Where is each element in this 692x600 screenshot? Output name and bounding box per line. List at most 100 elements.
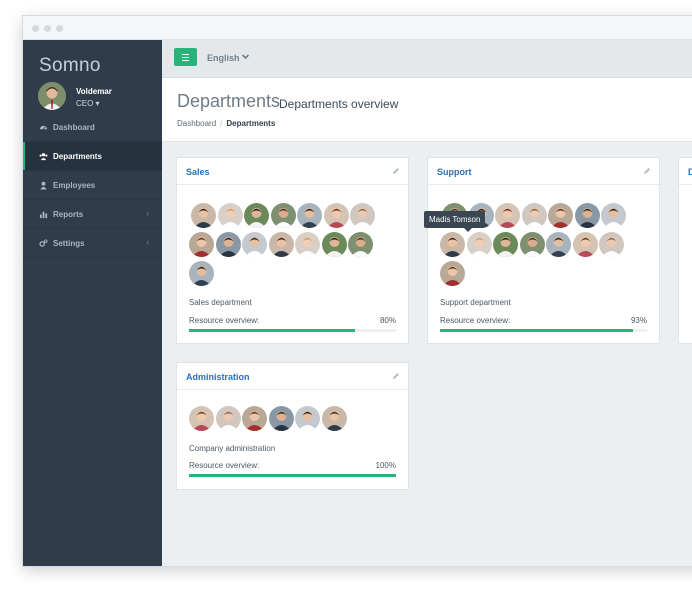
user-profile[interactable]: Voldemar CEO ▾ [23, 80, 162, 113]
window-titlebar [23, 16, 692, 40]
member-avatar[interactable] [546, 232, 571, 257]
panel-title[interactable]: Administration [186, 372, 250, 382]
member-avatar[interactable] [297, 203, 322, 228]
member-avatar[interactable] [321, 406, 347, 431]
progress-fill [440, 329, 633, 332]
member-avatar[interactable] [599, 232, 624, 257]
member-avatar[interactable] [215, 232, 241, 257]
member-avatar[interactable] [574, 203, 600, 228]
sidebar-item-label: Settings [53, 239, 85, 248]
member-avatar[interactable] [519, 232, 545, 257]
gears-icon [39, 239, 48, 247]
breadcrumb-home-link[interactable]: Dashboard [177, 119, 216, 128]
sidebar-nav: Dashboard Departments Employees Reports … [23, 113, 162, 258]
member-avatar[interactable] [601, 203, 626, 228]
progress-fill [189, 474, 396, 477]
member-avatar[interactable] [350, 203, 375, 228]
panel-header: Sales [177, 158, 408, 185]
member-avatar[interactable] [321, 232, 347, 257]
sidebar-item-settings[interactable]: Settings ‹ [23, 229, 162, 258]
page-subtitle: Departments overview [279, 97, 399, 111]
member-avatar[interactable] [521, 203, 547, 228]
member-avatar[interactable] [242, 406, 267, 431]
window-control-dot[interactable] [56, 25, 63, 32]
member-avatar[interactable] [268, 232, 294, 257]
member-avatar[interactable] [191, 203, 216, 228]
page-header: Departments Departments overview Dashboa… [162, 78, 692, 142]
member-avatar[interactable] [268, 406, 294, 431]
member-avatar[interactable] [295, 406, 320, 431]
progress-fill [189, 329, 355, 332]
member-avatar[interactable] [295, 232, 320, 257]
member-avatar[interactable] [440, 261, 465, 286]
resource-progress-bar [440, 329, 647, 332]
member-avatar[interactable] [323, 203, 349, 228]
member-avatar[interactable] [572, 232, 598, 257]
panel-header: D [679, 158, 692, 185]
sidebar-item-label: Employees [53, 181, 96, 190]
user-role-dropdown[interactable]: CEO ▾ [76, 99, 100, 108]
page-title: Departments [177, 91, 281, 111]
pencil-icon[interactable] [643, 167, 651, 175]
sidebar-item-departments[interactable]: Departments [23, 142, 162, 171]
resource-progress-bar [189, 474, 396, 477]
department-name: Sales department [189, 298, 252, 307]
member-avatar[interactable] [548, 203, 573, 228]
department-name: Company administration [189, 444, 276, 453]
sidebar-item-label: Departments [53, 152, 102, 161]
member-avatar[interactable] [242, 232, 267, 257]
pencil-icon[interactable] [392, 372, 400, 380]
panel-administration: Administration Company administration Re… [176, 362, 409, 490]
resource-percent: 93% [630, 316, 647, 325]
sidebar: Somno Voldemar CEO ▾ Dashboard Departmen… [23, 40, 162, 566]
member-avatar[interactable] [215, 406, 241, 431]
app-brand[interactable]: Somno [39, 55, 101, 77]
chevron-down-icon[interactable] [241, 52, 250, 61]
department-name: Support department [440, 298, 511, 307]
panel-title[interactable]: Sales [186, 167, 210, 177]
member-avatar[interactable] [189, 232, 214, 257]
panel-partial: D [678, 157, 692, 344]
panel-title[interactable]: Support [437, 167, 472, 177]
user-name: Voldemar [76, 87, 112, 96]
member-avatar[interactable] [270, 203, 296, 228]
member-avatar[interactable] [189, 261, 214, 286]
sidebar-item-reports[interactable]: Reports ‹ [23, 200, 162, 229]
member-avatar[interactable] [466, 232, 492, 257]
dashboard-icon [39, 125, 48, 130]
resource-progress-bar [189, 329, 396, 332]
member-avatar[interactable] [348, 232, 373, 257]
sidebar-item-label: Dashboard [53, 123, 95, 132]
member-avatar[interactable] [244, 203, 269, 228]
user-icon [40, 181, 47, 190]
panel-title[interactable]: D [688, 167, 692, 177]
member-avatar[interactable] [495, 203, 520, 228]
users-icon [39, 153, 48, 161]
avatar[interactable] [38, 82, 66, 110]
breadcrumb: Dashboard / Departments [177, 119, 275, 128]
panel-header: Support [428, 158, 659, 185]
resource-label: Resource overview: [189, 316, 260, 325]
sidebar-item-employees[interactable]: Employees [23, 171, 162, 200]
member-avatar[interactable] [189, 406, 214, 431]
window-control-dot[interactable] [32, 25, 39, 32]
window-control-dot[interactable] [44, 25, 51, 32]
resource-percent: 80% [379, 316, 396, 325]
panel-header: Administration [177, 363, 408, 390]
member-avatar[interactable] [493, 232, 518, 257]
panel-support: Support Support department Resource over… [427, 157, 660, 344]
avatar-tooltip: Madis Tomson [424, 211, 486, 232]
top-bar: English [162, 40, 692, 78]
resource-label: Resource overview: [189, 461, 260, 470]
chevron-left-icon: ‹ [146, 238, 149, 247]
panel-sales: Sales Sales department Resource overview… [176, 157, 409, 344]
language-selector[interactable]: English [207, 53, 240, 63]
pencil-icon[interactable] [392, 167, 400, 175]
breadcrumb-current: Departments [226, 119, 276, 128]
member-avatar[interactable] [217, 203, 243, 228]
sidebar-item-dashboard[interactable]: Dashboard [23, 113, 162, 142]
resource-percent: 100% [375, 461, 396, 470]
breadcrumb-separator: / [220, 119, 223, 128]
menu-toggle-button[interactable] [174, 48, 197, 66]
member-avatar[interactable] [440, 232, 465, 257]
